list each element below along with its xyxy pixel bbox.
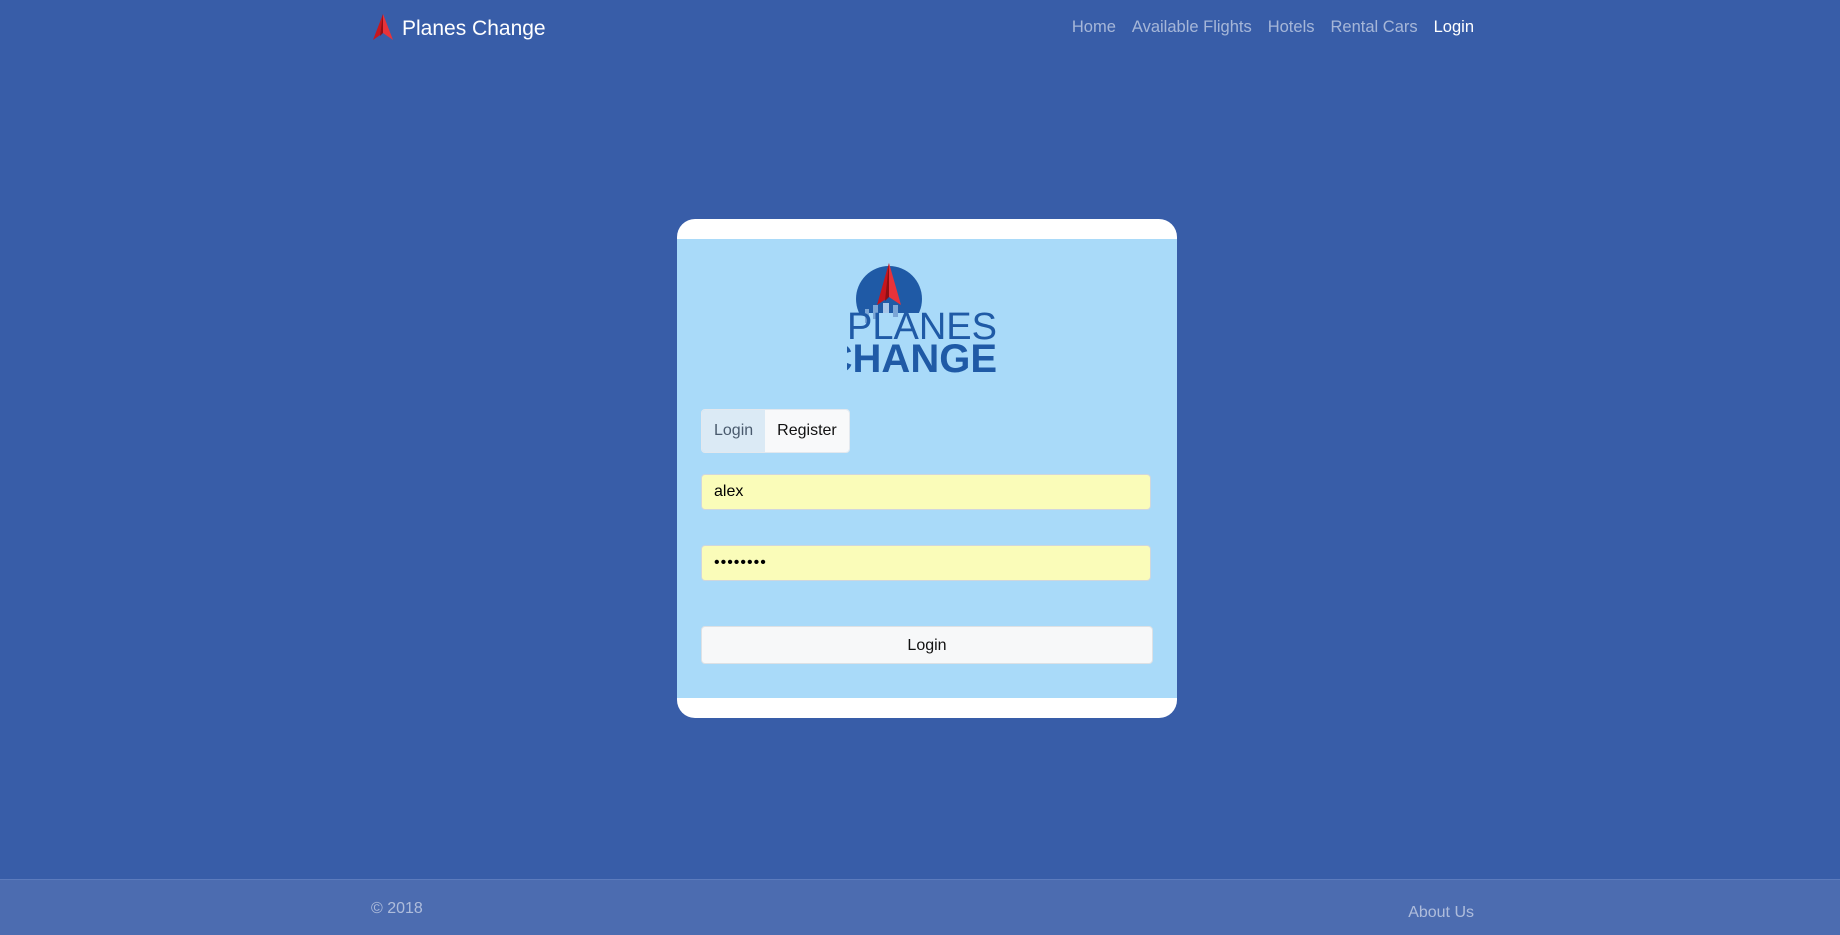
copyright-text: © 2018 <box>371 900 423 917</box>
about-us-link[interactable]: About Us <box>1408 904 1474 922</box>
main-nav: Home Available Flights Hotels Rental Car… <box>1072 18 1474 37</box>
brand-link[interactable]: Planes Change <box>372 13 546 45</box>
password-input[interactable] <box>701 545 1151 581</box>
planes-change-logo: PLANES CHANGE <box>824 261 1007 381</box>
nav-available-flights[interactable]: Available Flights <box>1132 18 1252 37</box>
username-input[interactable] <box>701 474 1151 510</box>
brand-name: Planes Change <box>402 17 546 40</box>
page-footer: © 2018 About Us <box>0 879 1840 935</box>
nav-home[interactable]: Home <box>1072 18 1116 37</box>
tab-login[interactable]: Login <box>702 410 766 452</box>
nav-login[interactable]: Login <box>1434 18 1474 37</box>
tab-register[interactable]: Register <box>765 410 849 452</box>
login-panel: PLANES CHANGE Login Register Login <box>677 239 1177 698</box>
auth-tabs: Login Register <box>701 409 850 453</box>
login-card: PLANES CHANGE Login Register Login <box>677 219 1177 718</box>
login-button[interactable]: Login <box>701 626 1153 664</box>
paper-plane-icon <box>372 13 394 45</box>
nav-hotels[interactable]: Hotels <box>1268 18 1315 37</box>
logo-line2: CHANGE <box>847 337 997 381</box>
top-navbar: Planes Change Home Available Flights Hot… <box>0 0 1840 58</box>
nav-rental-cars[interactable]: Rental Cars <box>1331 18 1418 37</box>
